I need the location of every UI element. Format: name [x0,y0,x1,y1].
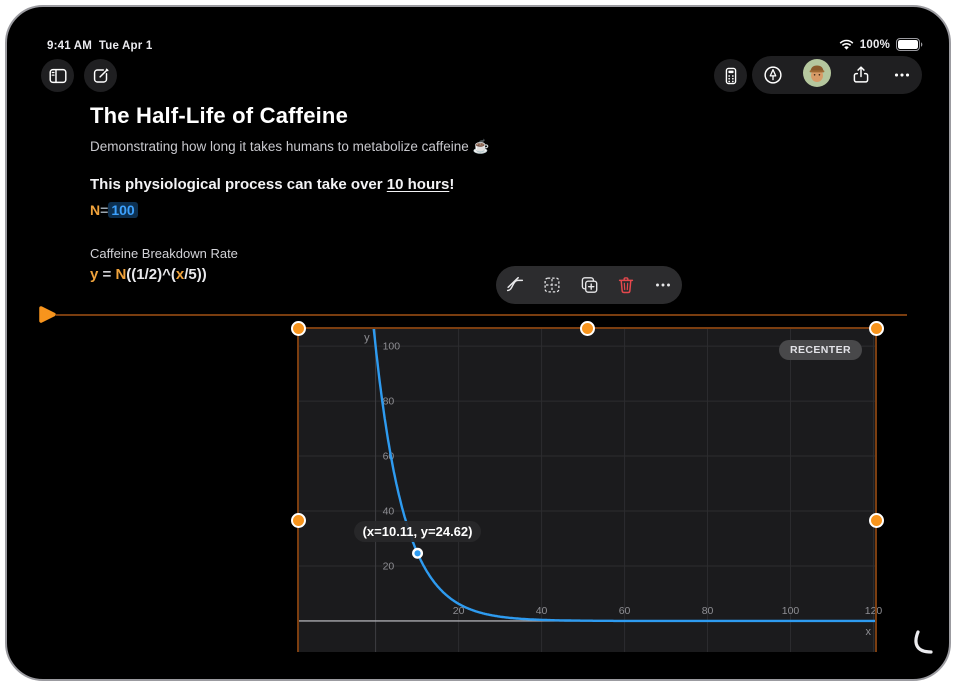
selection-border-left [297,328,299,652]
selection-toolbar [496,266,682,304]
share-button[interactable] [850,64,872,86]
toolbar-more-button[interactable] [652,274,674,296]
formula-eq: = [98,266,115,283]
more-icon [891,64,913,86]
handle-top-right[interactable] [869,321,884,336]
svg-text:y: y [364,332,370,344]
graph-convert-icon [504,274,526,296]
svg-text:40: 40 [383,506,395,518]
compose-icon [90,65,112,87]
svg-text:80: 80 [702,605,714,617]
duplicate-button[interactable] [578,274,600,296]
battery-icon [896,38,923,51]
insertion-rule [56,314,907,316]
formula[interactable]: y = N((1/2)^(x/5)) [90,266,207,283]
handle-mid-left[interactable] [291,513,306,528]
status-date: Tue Apr 1 [99,40,153,52]
variable-definition[interactable]: N=100 [90,202,138,218]
rate-label[interactable]: Caffeine Breakdown Rate [90,246,238,261]
svg-text:80: 80 [383,396,395,408]
battery-percent: 100% [860,39,890,51]
marked-point[interactable] [413,549,422,558]
svg-text:60: 60 [619,605,631,617]
formula-n: N [115,266,126,283]
delete-icon [615,274,637,296]
markup-button[interactable] [762,64,784,86]
svg-text:100: 100 [782,605,800,617]
statement-underlined: 10 hours [387,176,450,193]
statement-suffix: ! [449,176,454,193]
sidebar-button[interactable] [41,59,74,92]
delete-button[interactable] [615,274,637,296]
note-statement[interactable]: This physiological process can take over… [90,176,454,193]
graph-convert-button[interactable] [504,274,526,296]
note-subtitle[interactable]: Demonstrating how long it takes humans t… [90,139,489,155]
statement-text: This physiological process can take over [90,176,387,193]
nav-actions-pill [752,56,922,94]
status-left: 9:41 AM Tue Apr 1 [47,40,152,52]
svg-text:x: x [866,626,872,638]
duplicate-icon [578,274,600,296]
toolbar-more-icon [652,274,674,296]
share-icon [850,64,872,86]
compose-button[interactable] [84,59,117,92]
point-coordinates-label: (x=10.11, y=24.62) [354,521,482,542]
status-time: 9:41 AM [47,40,92,52]
svg-text:100: 100 [383,341,401,353]
handle-mid-right[interactable] [869,513,884,528]
formula-tail: /5)) [184,266,207,283]
markup-icon [762,64,784,86]
table-icon [541,274,563,296]
calculator-icon [720,65,742,87]
avatar-image [803,59,831,87]
status-right: 100% [839,38,923,51]
formula-x: x [176,266,184,283]
pencil-scribble [900,619,940,663]
variable-name: N [90,202,100,218]
function-plot: 2040608010012020406080100yx [298,328,876,652]
formula-mid: ((1/2)^( [126,266,176,283]
sidebar-icon [47,65,69,87]
wifi-icon [839,39,854,51]
handle-top-left[interactable] [291,321,306,336]
calculator-button[interactable] [714,59,747,92]
selection-border-right [875,328,877,652]
svg-text:20: 20 [383,560,395,572]
variable-value[interactable]: 100 [108,202,137,218]
table-button[interactable] [541,274,563,296]
graph-canvas[interactable]: 2040608010012020406080100yx (x=10.11, y=… [298,328,876,652]
ipad-screen: 9:41 AM Tue Apr 1 100% [5,5,951,681]
note-title[interactable]: The Half-Life of Caffeine [90,103,348,129]
handle-top-center[interactable] [580,321,595,336]
svg-text:120: 120 [865,605,883,617]
svg-text:40: 40 [536,605,548,617]
avatar[interactable] [803,59,831,92]
recenter-button[interactable]: RECENTER [779,340,862,360]
more-button[interactable] [891,64,913,86]
insertion-handle[interactable] [38,306,58,326]
